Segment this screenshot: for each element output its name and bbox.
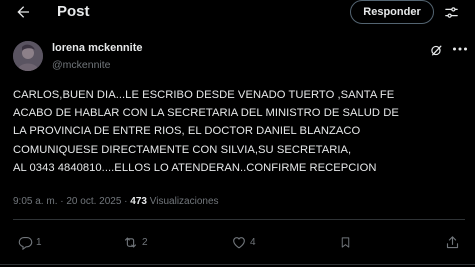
action-bar: 1 2 4 — [0, 233, 475, 253]
repost-action[interactable]: 2 — [122, 233, 148, 251]
share-icon — [446, 235, 459, 248]
divider — [0, 264, 475, 265]
timestamp[interactable]: 9:05 a. m. · 20 oct. 2025 · — [13, 196, 130, 207]
reply-button[interactable]: Responder — [350, 0, 434, 24]
repost-icon — [124, 237, 137, 247]
back-button[interactable] — [12, 1, 34, 23]
avatar-image — [13, 41, 43, 71]
arrow-left-icon — [17, 6, 29, 18]
page-title: Post — [57, 3, 90, 20]
views-label: Visualizaciones — [149, 196, 219, 207]
more-horizontal-icon — [453, 47, 467, 51]
sliders-icon — [444, 6, 458, 18]
post-text: CARLOS,BUEN DIA...LE ESCRIBO DESDE VENAD… — [13, 89, 399, 174]
share-action[interactable] — [445, 233, 460, 251]
divider — [13, 219, 465, 220]
more-options-button[interactable] — [451, 41, 469, 57]
reply-settings-button[interactable] — [440, 2, 462, 22]
reply-count: 1 — [36, 236, 42, 248]
repost-count: 2 — [142, 236, 148, 248]
reply-icon — [18, 236, 33, 250]
bookmark-action[interactable] — [339, 233, 352, 251]
post-meta: 9:05 a. m. · 20 oct. 2025 · 473 Visualiz… — [13, 196, 219, 207]
avatar[interactable] — [13, 41, 43, 71]
reply-action[interactable]: 1 — [18, 233, 42, 251]
grok-icon — [430, 45, 441, 55]
top-bar: Post Responder — [0, 0, 475, 26]
author-handle[interactable]: @mckennite — [52, 59, 111, 71]
grok-button[interactable] — [428, 42, 444, 58]
heart-icon — [233, 236, 245, 248]
author-name[interactable]: lorena mckennite — [52, 42, 142, 54]
like-count: 4 — [250, 236, 256, 248]
bookmark-icon — [341, 236, 350, 248]
like-action[interactable]: 4 — [231, 233, 256, 251]
views-count: 473 — [130, 196, 147, 207]
